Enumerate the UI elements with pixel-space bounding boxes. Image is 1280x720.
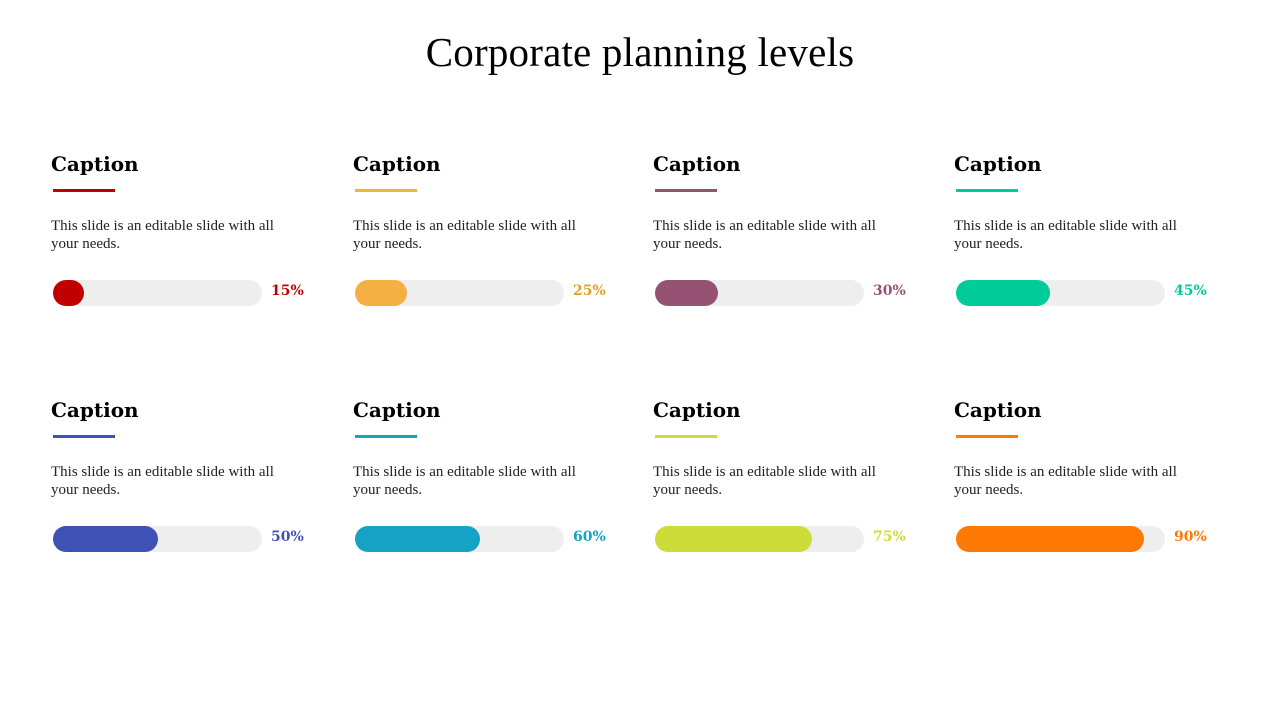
caption-underline [956, 435, 1018, 438]
caption-underline [956, 189, 1018, 192]
progress-track [53, 526, 262, 552]
progress-fill [956, 526, 1145, 552]
progress-track [956, 280, 1165, 306]
percent-label: 30% [873, 283, 906, 299]
percent-label: 50% [271, 529, 304, 545]
card-caption: Caption [51, 152, 139, 176]
slide-title: Corporate planning levels [425, 29, 855, 75]
card-description: This slide is an editable slide with all… [353, 464, 576, 498]
progress-card: Caption This slide is an editable slide … [353, 152, 623, 352]
progress-fill [655, 526, 812, 552]
progress-card: Caption This slide is an editable slide … [653, 398, 923, 598]
card-description: This slide is an editable slide with all… [954, 218, 1177, 252]
card-description: This slide is an editable slide with all… [653, 218, 876, 252]
card-description: This slide is an editable slide with all… [954, 464, 1177, 498]
caption-underline [355, 189, 417, 192]
progress-fill [655, 280, 718, 306]
caption-underline [53, 189, 115, 192]
progress-fill [956, 280, 1051, 306]
progress-fill [355, 280, 408, 306]
card-caption: Caption [954, 152, 1042, 176]
card-caption: Caption [653, 152, 741, 176]
card-description: This slide is an editable slide with all… [653, 464, 876, 498]
progress-card: Caption This slide is an editable slide … [353, 398, 623, 598]
progress-track [956, 526, 1165, 552]
percent-label: 15% [271, 283, 304, 299]
progress-track [655, 526, 864, 552]
slide: Corporate planning levels Caption This s… [0, 0, 1280, 720]
progress-card: Caption This slide is an editable slide … [51, 152, 321, 352]
card-caption: Caption [954, 398, 1042, 422]
card-caption: Caption [653, 398, 741, 422]
caption-underline [655, 435, 717, 438]
progress-track [53, 280, 262, 306]
percent-label: 90% [1174, 529, 1207, 545]
card-caption: Caption [353, 398, 441, 422]
caption-underline [655, 189, 717, 192]
caption-underline [355, 435, 417, 438]
progress-card: Caption This slide is an editable slide … [954, 398, 1224, 598]
card-caption: Caption [51, 398, 139, 422]
progress-fill [53, 526, 158, 552]
percent-label: 45% [1174, 283, 1207, 299]
percent-label: 60% [573, 529, 606, 545]
card-caption: Caption [353, 152, 441, 176]
percent-label: 75% [873, 529, 906, 545]
progress-track [355, 280, 564, 306]
progress-track [655, 280, 864, 306]
card-description: This slide is an editable slide with all… [51, 218, 274, 252]
progress-fill [53, 280, 85, 306]
progress-card: Caption This slide is an editable slide … [653, 152, 923, 352]
card-description: This slide is an editable slide with all… [51, 464, 274, 498]
percent-label: 25% [573, 283, 606, 299]
progress-fill [355, 526, 481, 552]
caption-underline [53, 435, 115, 438]
progress-card: Caption This slide is an editable slide … [954, 152, 1224, 352]
progress-card: Caption This slide is an editable slide … [51, 398, 321, 598]
progress-track [355, 526, 564, 552]
card-description: This slide is an editable slide with all… [353, 218, 576, 252]
